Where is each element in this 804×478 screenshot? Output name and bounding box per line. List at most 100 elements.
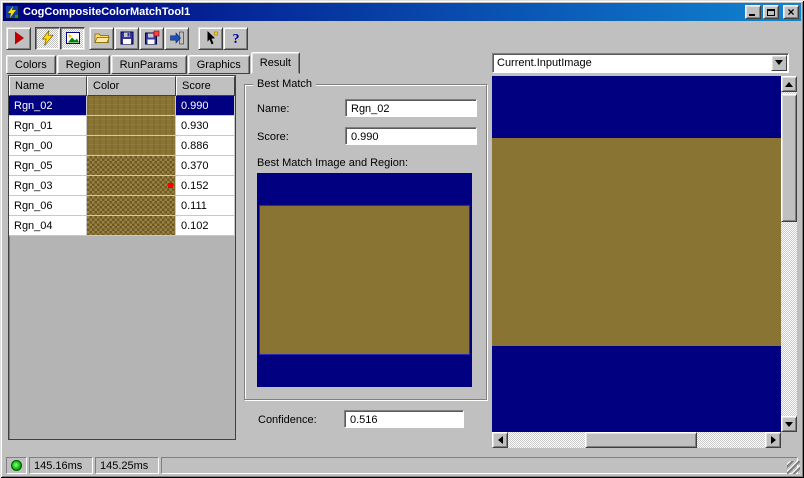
- scroll-down-button[interactable]: [781, 416, 797, 432]
- maximize-button[interactable]: [763, 5, 779, 19]
- color-swatch: [87, 176, 175, 195]
- save-icon: [120, 31, 133, 45]
- row-score: 0.152: [176, 176, 235, 196]
- best-match-image: [257, 173, 472, 387]
- column-header-color[interactable]: Color: [87, 76, 176, 96]
- save-button[interactable]: [114, 26, 139, 50]
- svg-text:?: ?: [232, 32, 239, 46]
- vertical-scrollbar[interactable]: [781, 76, 797, 432]
- vertical-scroll-thumb[interactable]: [781, 94, 797, 222]
- row-color-cell: [87, 176, 176, 196]
- row-score: 0.102: [176, 216, 235, 236]
- table-row[interactable]: Rgn_05 0.370: [9, 156, 235, 176]
- image-viewer: [492, 76, 797, 448]
- row-color-cell: [87, 196, 176, 216]
- table-row[interactable]: Rgn_02 0.990: [9, 96, 235, 116]
- close-button[interactable]: ×: [783, 5, 799, 19]
- titlebar[interactable]: CogCompositeColorMatchTool1 ×: [3, 3, 801, 21]
- row-name: Rgn_03: [9, 176, 87, 196]
- total-time-panel: 145.25ms: [95, 456, 159, 474]
- scroll-up-button[interactable]: [781, 76, 797, 92]
- column-header-name[interactable]: Name: [9, 76, 87, 96]
- status-bar: 145.16ms 145.25ms: [3, 452, 801, 475]
- run-icon: [14, 31, 24, 45]
- tab-label: Graphics: [196, 59, 241, 71]
- row-name: Rgn_02: [9, 96, 87, 116]
- row-color-cell: [87, 156, 176, 176]
- confidence-label: Confidence:: [258, 414, 317, 426]
- help-button[interactable]: ?: [223, 26, 248, 50]
- tab-colors[interactable]: Colors: [6, 55, 56, 74]
- tab-graphics[interactable]: Graphics: [187, 55, 250, 74]
- save-image-icon: [144, 30, 159, 45]
- best-match-name-field[interactable]: Rgn_02: [345, 99, 477, 117]
- tab-strip: Colors Region RunParams Graphics Result: [6, 52, 301, 74]
- import-button[interactable]: [164, 26, 189, 50]
- row-name: Rgn_00: [9, 136, 87, 156]
- minimize-icon: [749, 14, 755, 16]
- save-image-button[interactable]: [139, 26, 164, 50]
- color-swatch: [87, 156, 175, 175]
- best-match-score-field[interactable]: 0.990: [345, 127, 477, 145]
- row-color-cell: [87, 216, 176, 236]
- row-name: Rgn_01: [9, 116, 87, 136]
- row-name: Rgn_04: [9, 216, 87, 236]
- position-probe-button[interactable]: [198, 26, 223, 50]
- open-file-icon: [93, 33, 110, 43]
- horizontal-scrollbar[interactable]: [492, 432, 781, 448]
- best-match-region: [260, 206, 469, 354]
- run-button[interactable]: [6, 26, 31, 50]
- status-led-icon: [11, 459, 22, 471]
- app-icon: [5, 5, 19, 19]
- table-row[interactable]: Rgn_06 0.111: [9, 196, 235, 216]
- tab-label: Colors: [15, 59, 47, 71]
- column-header-score[interactable]: Score: [176, 76, 235, 96]
- close-icon: ×: [787, 5, 795, 19]
- maximize-icon: [767, 8, 775, 16]
- row-color-cell: [87, 116, 176, 136]
- help-icon: ?: [232, 32, 239, 46]
- arrow-down-icon: [785, 421, 793, 431]
- status-message-panel: [161, 456, 798, 474]
- table-row[interactable]: Rgn_04 0.102: [9, 216, 235, 236]
- tab-runparams[interactable]: RunParams: [110, 55, 187, 74]
- tab-region[interactable]: Region: [56, 55, 110, 74]
- row-score: 0.886: [176, 136, 235, 156]
- color-swatch: [87, 196, 175, 215]
- tab-result[interactable]: Result: [250, 52, 300, 74]
- tab-label: RunParams: [119, 59, 178, 71]
- resize-grip[interactable]: [787, 461, 800, 474]
- open-file-button[interactable]: [89, 26, 114, 50]
- row-score: 0.990: [176, 96, 235, 116]
- table-row[interactable]: Rgn_00 0.886: [9, 136, 235, 156]
- best-match-group: Best Match Name: Rgn_02 Score: 0.990 Bes…: [244, 78, 487, 400]
- table-row[interactable]: Rgn_01 0.930: [9, 116, 235, 136]
- region-marker: [168, 183, 173, 188]
- arrow-up-icon: [785, 78, 793, 87]
- scroll-left-button[interactable]: [492, 432, 508, 448]
- row-score: 0.370: [176, 156, 235, 176]
- arrow-right-icon: [770, 436, 780, 444]
- table-row[interactable]: Rgn_03 0.152: [9, 176, 235, 196]
- color-swatch: [87, 116, 175, 135]
- import-icon: [169, 31, 184, 45]
- tab-label: Region: [65, 59, 101, 71]
- electric-run-icon: [41, 30, 54, 46]
- scroll-right-button[interactable]: [765, 432, 781, 448]
- input-image-display[interactable]: [492, 76, 781, 432]
- run-time-panel: 145.16ms: [29, 456, 93, 474]
- chevron-down-icon: [775, 60, 783, 69]
- image-display-icon: [65, 32, 80, 44]
- arrow-left-icon: [494, 436, 503, 444]
- image-display-button[interactable]: [60, 26, 85, 50]
- score-label: Score:: [257, 131, 289, 143]
- image-selector-value: Current.InputImage: [497, 57, 592, 69]
- electric-run-button[interactable]: [35, 26, 60, 50]
- tool-edit-window: CogCompositeColorMatchTool1 × ? Colors R…: [0, 0, 804, 478]
- combo-dropdown-button[interactable]: [771, 55, 787, 71]
- horizontal-scroll-thumb[interactable]: [585, 432, 697, 448]
- minimize-button[interactable]: [745, 5, 761, 19]
- confidence-field[interactable]: 0.516: [344, 410, 464, 428]
- row-score: 0.111: [176, 196, 235, 216]
- image-selector-combo[interactable]: Current.InputImage: [492, 53, 789, 73]
